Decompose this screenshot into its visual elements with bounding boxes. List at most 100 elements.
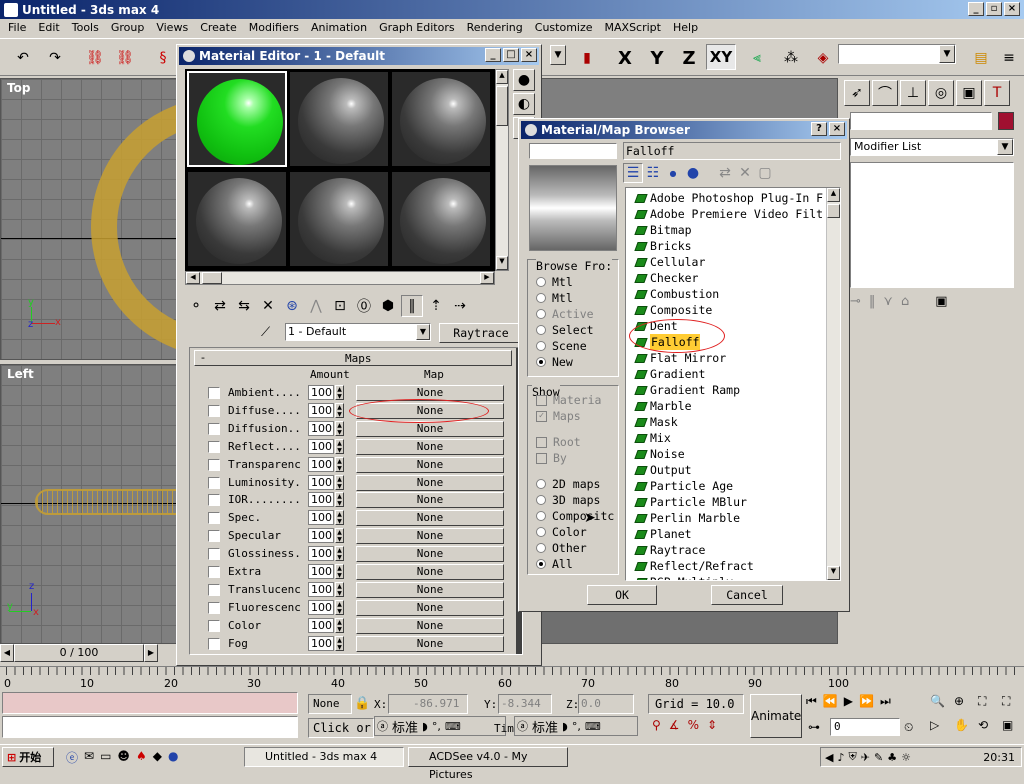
maxscript-input-mini[interactable] bbox=[2, 716, 298, 738]
ime-mode-label[interactable]: 标准 bbox=[532, 717, 558, 736]
show-maps-checkbox[interactable]: ✓ Maps bbox=[530, 408, 614, 424]
time-slider-thumb[interactable]: 0 / 100 bbox=[14, 644, 144, 662]
arc-rotate-icon[interactable]: ⟲ bbox=[978, 718, 1000, 739]
viewport-left[interactable]: Left z y x bbox=[0, 364, 178, 644]
motion-tab-icon[interactable]: ◎ bbox=[928, 80, 954, 106]
go-to-start-icon[interactable]: ⏮ bbox=[806, 694, 817, 714]
amount-spinner[interactable]: ▲ ▼ bbox=[335, 385, 344, 400]
sample-slot-6[interactable] bbox=[391, 171, 491, 267]
map-type-color[interactable]: Color bbox=[530, 524, 614, 540]
menu-create[interactable]: Create bbox=[194, 19, 243, 38]
ime-half-width-icon[interactable]: ◗ bbox=[422, 720, 428, 733]
map-list-item[interactable]: Cellular bbox=[626, 254, 840, 270]
map-enable-checkbox[interactable] bbox=[208, 422, 220, 435]
hierarchy-tab-icon[interactable]: ⊥ bbox=[900, 80, 926, 106]
utilities-tab-icon[interactable]: T bbox=[984, 80, 1010, 106]
sample-slots-hscroll[interactable]: ◀ ▶ bbox=[185, 271, 495, 285]
map-slot-button[interactable]: None bbox=[356, 420, 504, 437]
crossing-selection-icon[interactable]: ⚲ bbox=[652, 718, 661, 732]
map-slot-button[interactable]: None bbox=[356, 546, 504, 563]
amount-spinner[interactable]: ▲ ▼ bbox=[335, 456, 344, 472]
object-name-field[interactable] bbox=[850, 112, 992, 130]
root-only-checkbox[interactable]: Root bbox=[530, 434, 614, 450]
map-enable-checkbox[interactable] bbox=[208, 440, 220, 453]
map-list-item[interactable]: Noise bbox=[626, 446, 840, 462]
map-enable-checkbox[interactable] bbox=[208, 583, 220, 596]
show-materials-checkbox[interactable]: Materia bbox=[530, 392, 614, 408]
map-amount-field[interactable]: 100 bbox=[308, 385, 334, 400]
current-frame-field[interactable]: 0 bbox=[830, 718, 900, 736]
menu-animation[interactable]: Animation bbox=[305, 19, 373, 38]
map-list-item[interactable]: Mix bbox=[626, 430, 840, 446]
view-list-icon[interactable]: ☰ bbox=[623, 163, 643, 183]
map-slot-button[interactable]: None bbox=[356, 438, 504, 455]
make-copy-icon[interactable]: ⊛ bbox=[281, 295, 303, 317]
viewport-top[interactable]: Top y z x bbox=[0, 78, 178, 360]
map-amount-field[interactable]: 100 bbox=[308, 599, 334, 615]
map-slot-button[interactable]: None bbox=[356, 528, 504, 545]
map-type-3d[interactable]: 3D maps bbox=[530, 492, 614, 508]
modifier-stack[interactable] bbox=[850, 162, 1014, 288]
configure-sets-icon[interactable]: ▣ bbox=[935, 294, 947, 316]
map-list-scrollbar[interactable]: ▲ ▼ bbox=[826, 188, 840, 580]
map-amount-field[interactable]: 100 bbox=[308, 564, 334, 579]
cancel-button[interactable]: Cancel bbox=[711, 585, 783, 605]
map-amount-field[interactable]: 100 bbox=[308, 528, 334, 544]
tray-icon[interactable]: ♣ bbox=[887, 751, 897, 764]
map-type-2d[interactable]: 2D maps bbox=[530, 476, 614, 492]
outlook-icon[interactable]: ✉ bbox=[84, 749, 94, 766]
time-slider[interactable]: ◀ 0 / 100 ▶ bbox=[0, 644, 158, 662]
go-to-parent-icon[interactable]: ⇡ bbox=[425, 295, 447, 317]
tray-icon[interactable]: ☼ bbox=[901, 751, 911, 764]
map-list-item[interactable]: Gradient Ramp bbox=[626, 382, 840, 398]
toolbar-dropdown-arrow[interactable]: ▼ bbox=[550, 45, 566, 65]
map-slot-button[interactable]: None bbox=[356, 581, 504, 598]
close-button[interactable]: × bbox=[1004, 2, 1020, 16]
view-large-icons-icon[interactable]: ● bbox=[683, 163, 703, 183]
ime-half-width-icon[interactable]: ◗ bbox=[562, 720, 568, 733]
taskbar-task-acdsee[interactable]: ACDSee v4.0 - My Pictures bbox=[408, 747, 568, 781]
menu-edit[interactable]: Edit bbox=[32, 19, 65, 38]
map-enable-checkbox[interactable] bbox=[208, 476, 220, 489]
put-material-icon[interactable]: ⇄ bbox=[209, 295, 231, 317]
map-list-item[interactable]: Mask bbox=[626, 414, 840, 430]
spinner-snap-icon[interactable]: ⇕ bbox=[707, 718, 717, 732]
browse-new[interactable]: New bbox=[530, 354, 594, 370]
menu-file[interactable]: File bbox=[2, 19, 32, 38]
map-enable-checkbox[interactable] bbox=[208, 512, 220, 525]
angle-snap-icon[interactable]: ∡ bbox=[669, 718, 680, 732]
map-amount-field[interactable]: 100 bbox=[308, 492, 334, 508]
y-coord-field[interactable]: -8.344 bbox=[498, 694, 552, 714]
layer-icon[interactable]: ▤ bbox=[970, 47, 992, 69]
amount-spinner[interactable]: ▲ ▼ bbox=[335, 581, 344, 597]
map-list[interactable]: Adobe Photoshop Plug-In F Adobe Premiere … bbox=[625, 187, 841, 581]
restore-button[interactable]: ▫ bbox=[986, 2, 1002, 16]
undo-icon[interactable]: ↶ bbox=[12, 47, 34, 69]
browse-selected[interactable]: Select bbox=[530, 322, 594, 338]
amount-spinner[interactable]: ▲ ▼ bbox=[335, 528, 344, 544]
map-list-item[interactable]: Combustion bbox=[626, 286, 840, 302]
app-icon-1[interactable]: ☻ bbox=[117, 749, 130, 766]
map-list-item[interactable]: Planet bbox=[626, 526, 840, 542]
pan-icon[interactable]: ✋ bbox=[954, 718, 976, 739]
tray-icon[interactable]: ⛨ bbox=[849, 750, 857, 764]
map-enable-checkbox[interactable] bbox=[208, 404, 220, 417]
map-slot-button[interactable]: None bbox=[356, 599, 504, 616]
get-material-icon[interactable]: ⚬ bbox=[185, 295, 207, 317]
redo-icon[interactable]: ↷ bbox=[44, 47, 66, 69]
map-amount-field[interactable]: 100 bbox=[308, 420, 334, 436]
map-amount-field[interactable]: 100 bbox=[308, 510, 334, 526]
sample-slots-vscroll[interactable]: ▲ ▼ bbox=[495, 69, 509, 271]
amount-spinner[interactable]: ▲ ▼ bbox=[335, 546, 344, 562]
z-coord-field[interactable]: 0.0 bbox=[578, 694, 634, 714]
pick-material-icon[interactable]: ⟋ bbox=[261, 325, 270, 340]
track-bar[interactable]: 0 10 20 30 40 50 60 70 80 90 100 bbox=[0, 666, 1024, 690]
app-icon-4[interactable]: ● bbox=[168, 749, 178, 766]
map-amount-field[interactable]: 100 bbox=[308, 617, 334, 633]
map-list-item[interactable]: Output bbox=[626, 462, 840, 478]
modifier-list-dropdown[interactable]: Modifier List ▼ bbox=[850, 138, 1014, 156]
delete-from-library-icon[interactable]: ✕ bbox=[735, 163, 755, 183]
animate-button[interactable]: Animate bbox=[750, 694, 802, 738]
reset-map-icon[interactable]: ✕ bbox=[257, 295, 279, 317]
map-slot-button[interactable]: None bbox=[356, 456, 504, 473]
